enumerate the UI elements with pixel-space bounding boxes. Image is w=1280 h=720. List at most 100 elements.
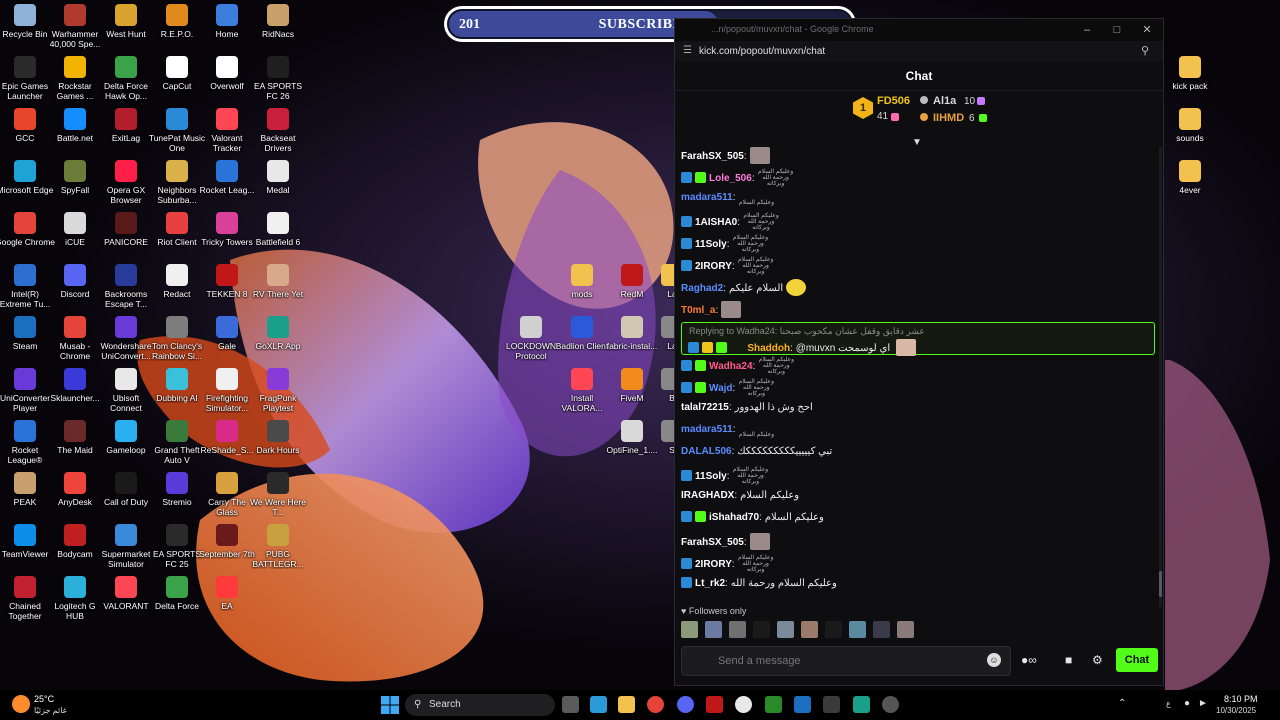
desktop-icon[interactable]: EA SPORTS FC 26: [248, 56, 308, 101]
subscriber-badge-icon: [681, 172, 692, 183]
chat-username[interactable]: 2IRORY: [695, 559, 732, 570]
chat-username[interactable]: T0ml_a: [681, 305, 715, 316]
chat-settings-gear-icon[interactable]: ⚙: [1092, 653, 1103, 667]
gifter-name[interactable]: Al1a: [933, 95, 956, 107]
address-bar[interactable]: ☰ kick.com/popout/muvxn/chat ⚲: [675, 41, 1163, 61]
chat-message-input[interactable]: [681, 646, 1011, 676]
chat-username[interactable]: 2IRORY: [695, 261, 732, 272]
search-icon: ⚲: [414, 699, 422, 710]
desktop-icon-label: RidNacs: [261, 29, 295, 39]
desktop-icon[interactable]: kick pack: [1160, 56, 1220, 91]
maximize-button[interactable]: □: [1109, 22, 1125, 38]
desktop-icon[interactable]: Dark Hours: [248, 420, 308, 455]
chat-username[interactable]: 1AISHA0: [695, 217, 737, 228]
task-view-icon[interactable]: [562, 696, 579, 713]
desktop-icon[interactable]: RV There Yet: [248, 264, 308, 299]
chat-username[interactable]: 11Soly: [695, 239, 727, 250]
recent-emote[interactable]: [728, 621, 746, 638]
chat-username[interactable]: Lole_506: [709, 173, 752, 184]
desktop-icon[interactable]: Backseat Drivers: [248, 108, 308, 153]
volume-icon[interactable]: ►: [1198, 698, 1208, 709]
subscriber-badge-icon: [715, 342, 727, 353]
slow-mode-icon[interactable]: ●∞: [1021, 653, 1037, 667]
windows-start-icon[interactable]: [381, 696, 399, 714]
chat-username[interactable]: Wajd: [709, 383, 733, 394]
recent-emote[interactable]: [704, 621, 722, 638]
chat-username[interactable]: talal72215: [681, 402, 729, 413]
reply-username[interactable]: Shaddoh: [747, 343, 790, 354]
chat-username[interactable]: Lt_rk2: [695, 578, 725, 589]
send-chat-button[interactable]: Chat: [1116, 648, 1158, 672]
desktop-icon[interactable]: FragPunk Playtest: [248, 368, 308, 413]
desktop-icon[interactable]: 4ever: [1160, 160, 1220, 195]
recent-emote[interactable]: [824, 621, 842, 638]
network-icon[interactable]: ●: [1184, 698, 1190, 709]
minimize-button[interactable]: –: [1079, 22, 1095, 38]
gift-shop-icon[interactable]: ■: [1065, 653, 1072, 667]
recent-emote[interactable]: [896, 621, 914, 638]
steam-taskbar-icon[interactable]: [794, 696, 811, 713]
discord-icon: [64, 264, 86, 286]
app-taskbar-icon[interactable]: [706, 696, 723, 713]
recent-emote[interactable]: [681, 621, 698, 638]
ea-icon: [216, 576, 238, 598]
zoom-icon[interactable]: ⚲: [1141, 44, 1149, 57]
language-indicator[interactable]: ع: [1166, 699, 1171, 708]
valorant-tracker-icon: [216, 108, 238, 130]
desktop-icon-label: 4ever: [1179, 185, 1201, 195]
tray-overflow-chevron-icon[interactable]: ⌃: [1118, 698, 1126, 709]
chat-username[interactable]: Wadha24: [709, 361, 753, 372]
weather-temperature[interactable]: 25°C: [34, 694, 54, 704]
site-info-icon[interactable]: ☰: [683, 45, 692, 56]
warhammer-icon: [64, 4, 86, 26]
chat-scrollbar-track[interactable]: [1159, 147, 1162, 607]
nvidia-taskbar-icon[interactable]: [765, 696, 782, 713]
file-explorer-icon[interactable]: [618, 696, 635, 713]
emoji-picker-icon[interactable]: ☺: [987, 653, 1001, 667]
goxlr-taskbar-icon[interactable]: [853, 696, 870, 713]
window-titlebar[interactable]: ...n/popout/muvxn/chat - Google Chrome –…: [675, 19, 1163, 41]
desktop-icon[interactable]: GoXLR App: [248, 316, 308, 351]
gifter-name[interactable]: FD506: [877, 95, 910, 107]
taskbar-search-box[interactable]: ⚲ Search: [405, 694, 555, 716]
chat-username[interactable]: FarahSX_505: [681, 151, 744, 162]
desktop-icon[interactable]: We Were Here T...: [248, 472, 308, 517]
recent-emote[interactable]: [776, 621, 794, 638]
recent-emote[interactable]: [848, 621, 866, 638]
desktop-icon[interactable]: Battlefield 6: [248, 212, 308, 247]
chat-username[interactable]: madara511: [681, 424, 733, 435]
app-taskbar-icon[interactable]: [823, 696, 840, 713]
discord-taskbar-icon[interactable]: [677, 696, 694, 713]
desktop-icon[interactable]: PUBG BATTLEGR...: [248, 524, 308, 569]
chat-username[interactable]: Raghad2: [681, 283, 723, 294]
copilot-icon[interactable]: [590, 696, 607, 713]
weather-icon[interactable]: [12, 695, 30, 713]
gifter-name[interactable]: IIHMD: [933, 112, 964, 124]
desktop-icon[interactable]: Medal: [248, 160, 308, 195]
weather-description[interactable]: غائم جزئيًا: [34, 706, 67, 715]
highlighted-reply-message[interactable]: Replying to Wadha24: عشر دقايق وقفل عشان…: [681, 322, 1155, 356]
chat-username[interactable]: 11Soly: [695, 471, 727, 482]
recent-emote[interactable]: [872, 621, 890, 638]
desktop-icon[interactable]: sounds: [1160, 108, 1220, 143]
close-button[interactable]: ✕: [1139, 22, 1155, 38]
recent-emote[interactable]: [752, 621, 770, 638]
uniconverter-player-icon: [14, 368, 36, 390]
chat-username[interactable]: madara511: [681, 192, 733, 203]
folder-icon: [1179, 56, 1201, 78]
epic-games-icon: [14, 56, 36, 78]
chat-username[interactable]: IRAGHADX: [681, 490, 734, 501]
chat-username[interactable]: FarahSX_505: [681, 537, 744, 548]
desktop-icon[interactable]: EA: [197, 576, 257, 611]
recent-emote[interactable]: [800, 621, 818, 638]
desktop-icon[interactable]: RidNacs: [248, 4, 308, 39]
clock-time[interactable]: 8:10 PM: [1224, 694, 1258, 704]
obs-taskbar-icon[interactable]: [735, 696, 752, 713]
chat-message-text: وعليكم السلام: [740, 490, 800, 501]
app-taskbar-icon[interactable]: [882, 696, 899, 713]
chat-scrollbar-thumb[interactable]: [1159, 571, 1162, 597]
clock-date[interactable]: 10/30/2025: [1216, 706, 1256, 715]
chrome-taskbar-icon[interactable]: [647, 696, 664, 713]
chat-username[interactable]: iShahad70: [709, 512, 759, 523]
chat-username[interactable]: DALAL506: [681, 446, 732, 457]
